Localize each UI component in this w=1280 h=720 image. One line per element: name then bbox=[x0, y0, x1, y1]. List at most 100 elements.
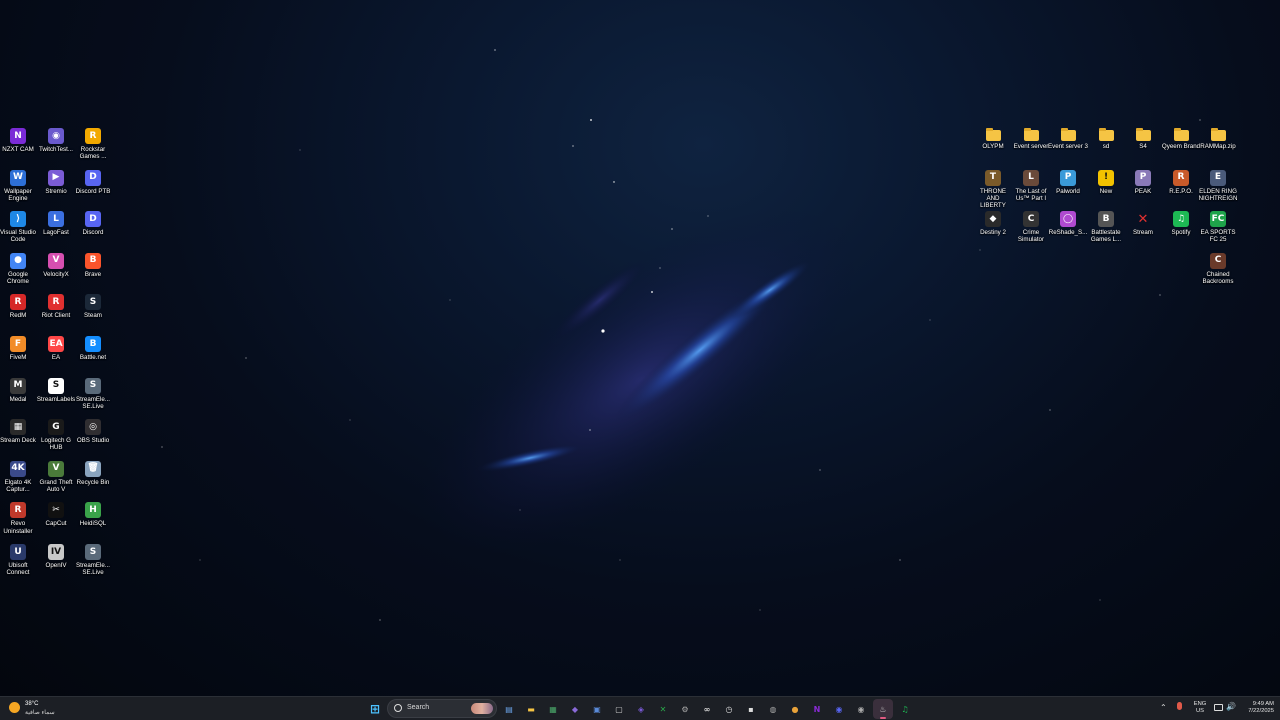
desktop-icon[interactable]: S StreamLabels bbox=[36, 377, 76, 403]
desktop-icon[interactable]: R RedM bbox=[0, 294, 38, 319]
desktop-icon[interactable]: H HeidiSQL bbox=[73, 502, 113, 527]
revo-uninstaller-icon: R bbox=[10, 502, 26, 519]
desktop-icon[interactable]: M Medal bbox=[0, 377, 38, 403]
battlestate-icon: B bbox=[1098, 211, 1114, 228]
desktop-icon[interactable]: W Wallpaper Engine bbox=[0, 169, 38, 203]
desktop-icon[interactable]: S StreamEle... SE.Live bbox=[73, 377, 113, 411]
desktop-icon[interactable]: L LagoFast bbox=[36, 211, 76, 236]
desktop-icon[interactable]: OLYPM bbox=[973, 128, 1013, 150]
desktop-icon[interactable]: B Brave bbox=[73, 252, 113, 278]
desktop-icon[interactable]: ◉ TwitchTest... bbox=[36, 128, 76, 153]
desktop-icon[interactable]: Event server 3 bbox=[1048, 128, 1088, 150]
discord-ptb-taskbar-icon[interactable]: ◉ bbox=[853, 701, 869, 717]
desktop-icon[interactable]: V VelocityX bbox=[36, 252, 76, 278]
clock-icon[interactable]: ◷ bbox=[721, 701, 737, 717]
desktop-icon[interactable]: 🗑 Recycle Bin bbox=[73, 460, 113, 486]
desktop-icon-label: HeidiSQL bbox=[79, 520, 107, 528]
desktop-icon[interactable]: B Battlestate Games L... bbox=[1086, 211, 1126, 244]
desktop-icon[interactable]: ✕ Stream bbox=[1123, 211, 1163, 237]
desktop-icon[interactable]: Event server bbox=[1011, 128, 1051, 150]
desktop-icon[interactable]: T THRONE AND LIBERTY bbox=[973, 169, 1013, 210]
desktop-icon[interactable]: R Riot Client bbox=[36, 294, 76, 319]
medal-icon: M bbox=[10, 377, 26, 394]
desktop-icon[interactable]: ◎ OBS Studio bbox=[73, 419, 113, 444]
desktop-icon[interactable]: EA EA bbox=[36, 336, 76, 361]
desktop-icon[interactable]: U Ubisoft Connect bbox=[0, 544, 38, 577]
network-icon[interactable] bbox=[1214, 704, 1223, 711]
clock[interactable]: 9:49 AM 7/22/2025 bbox=[1238, 701, 1274, 715]
volume-icon[interactable]: 🔊 bbox=[1226, 702, 1236, 711]
desktop-icon[interactable]: S Steam bbox=[73, 294, 113, 319]
desktop-icon[interactable]: L The Last of Us™ Part I bbox=[1011, 169, 1051, 203]
taskbar-search[interactable]: Search bbox=[387, 699, 497, 718]
language-indicator[interactable]: ENG US bbox=[1190, 701, 1210, 715]
desktop-icon[interactable]: N NZXT CAM bbox=[0, 128, 38, 153]
desktop-icon[interactable]: V Grand Theft Auto V bbox=[36, 460, 76, 494]
photos-icon[interactable]: ▣ bbox=[589, 701, 605, 717]
desktop-icon[interactable]: R Rockstar Games ... bbox=[73, 128, 113, 161]
rockstar-launcher-icon[interactable]: ∞ bbox=[699, 701, 715, 717]
desktop-icon-label: Battle.net bbox=[79, 354, 107, 361]
desktop-icon[interactable]: C Chained Backrooms bbox=[1198, 252, 1238, 286]
nvidia-icon[interactable]: ▦ bbox=[545, 701, 561, 717]
desktop-icon-label: Google Chrome bbox=[6, 270, 29, 286]
desktop-icon[interactable]: D Discord bbox=[73, 211, 113, 236]
desktop-icon[interactable]: IV OpenIV bbox=[36, 544, 76, 569]
steam-taskbar-icon[interactable]: ♨ bbox=[873, 699, 893, 719]
desktop-icon[interactable]: ✂ CapCut bbox=[36, 502, 76, 527]
desktop-icon[interactable]: ♫ Spotify bbox=[1161, 211, 1201, 236]
desktop-icon-label: FiveM bbox=[9, 354, 27, 361]
desktop-icon-label: Battlestate Games L... bbox=[1090, 229, 1122, 244]
desktop-icon[interactable]: G Logitech G HUB bbox=[36, 419, 76, 452]
palworld-icon: P bbox=[1060, 169, 1076, 186]
desktop-icon[interactable]: P Palworld bbox=[1048, 169, 1088, 195]
desktop-wallpaper bbox=[161, 49, 1201, 621]
game-icon[interactable]: ◈ bbox=[633, 701, 649, 717]
desktop-icon[interactable]: sd bbox=[1086, 128, 1126, 150]
desktop-icon[interactable]: D Discord PTB bbox=[73, 169, 113, 195]
desktop-icon-label: ELDEN RING NIGHTREIGN bbox=[1198, 187, 1238, 202]
show-hidden-icons-chevron-icon[interactable]: ⌃ bbox=[1160, 703, 1167, 712]
desktop-icon[interactable]: ◆ Destiny 2 bbox=[973, 211, 1013, 236]
desktop-icon[interactable]: F FiveM bbox=[0, 336, 38, 361]
desktop-icon[interactable]: RAMMap.zip bbox=[1198, 128, 1238, 150]
desktop-icon[interactable]: S4 bbox=[1123, 128, 1163, 150]
language-bottom: US bbox=[1195, 708, 1205, 714]
desktop-icon[interactable]: ▶ Stremio bbox=[36, 169, 76, 195]
microphone-icon[interactable] bbox=[1177, 702, 1182, 710]
lagofast-icon: L bbox=[48, 211, 64, 228]
desktop-icon[interactable]: R R.E.P.O. bbox=[1161, 169, 1201, 195]
store-icon[interactable]: ▢ bbox=[611, 701, 627, 717]
spotify-taskbar-icon[interactable]: ♫ bbox=[897, 701, 913, 717]
desktop-icon[interactable]: P PEAK bbox=[1123, 169, 1163, 195]
terminal-icon[interactable]: ▪ bbox=[743, 701, 759, 717]
desktop-icon[interactable]: ⟩ Visual Studio Code bbox=[0, 211, 38, 244]
desktop-icon[interactable]: B Battle.net bbox=[73, 336, 113, 361]
start-button[interactable]: ⊞ bbox=[367, 701, 383, 717]
chrome-taskbar-icon[interactable]: ● bbox=[787, 701, 803, 717]
file-explorer-icon[interactable]: ▬ bbox=[523, 701, 539, 717]
desktop-icon[interactable]: Qyeem Brand bbox=[1161, 128, 1201, 150]
desktop-icon[interactable]: ◯ ReShade_S... bbox=[1048, 211, 1088, 236]
desktop-icon[interactable]: FC EA SPORTS FC 25 bbox=[1198, 211, 1238, 244]
clock-date: 7/22/2025 bbox=[1248, 708, 1274, 714]
widgets-icon[interactable]: ▤ bbox=[501, 701, 517, 717]
gtav-icon: V bbox=[48, 460, 64, 477]
desktop-icon[interactable]: R Revo Uninstaller bbox=[0, 502, 38, 535]
desktop-icon[interactable]: 4K Elgato 4K Captur... bbox=[0, 460, 38, 494]
desktop-icon-label: EA SPORTS FC 25 bbox=[1200, 229, 1236, 244]
weather-widget[interactable]: 38°C سماء صافية bbox=[8, 700, 68, 718]
disc-icon[interactable]: ◍ bbox=[765, 701, 781, 717]
discord-taskbar-icon[interactable]: ◉ bbox=[831, 701, 847, 717]
desktop-icon[interactable]: ● Google Chrome bbox=[0, 252, 38, 286]
nzxt-taskbar-icon[interactable]: N bbox=[809, 701, 825, 717]
copilot-icon[interactable]: ◆ bbox=[567, 701, 583, 717]
settings-icon[interactable]: ⚙ bbox=[677, 701, 693, 717]
crime-simulator-icon: C bbox=[1023, 211, 1039, 228]
desktop-icon[interactable]: ! New bbox=[1086, 169, 1126, 195]
desktop-icon[interactable]: C Crime Simulator bbox=[1011, 211, 1051, 244]
xbox-icon[interactable]: ✕ bbox=[655, 701, 671, 717]
desktop-icon[interactable]: S StreamEle... SE.Live bbox=[73, 544, 113, 577]
desktop-icon[interactable]: ▦ Stream Deck bbox=[0, 419, 38, 444]
desktop-icon[interactable]: E ELDEN RING NIGHTREIGN bbox=[1198, 169, 1238, 203]
